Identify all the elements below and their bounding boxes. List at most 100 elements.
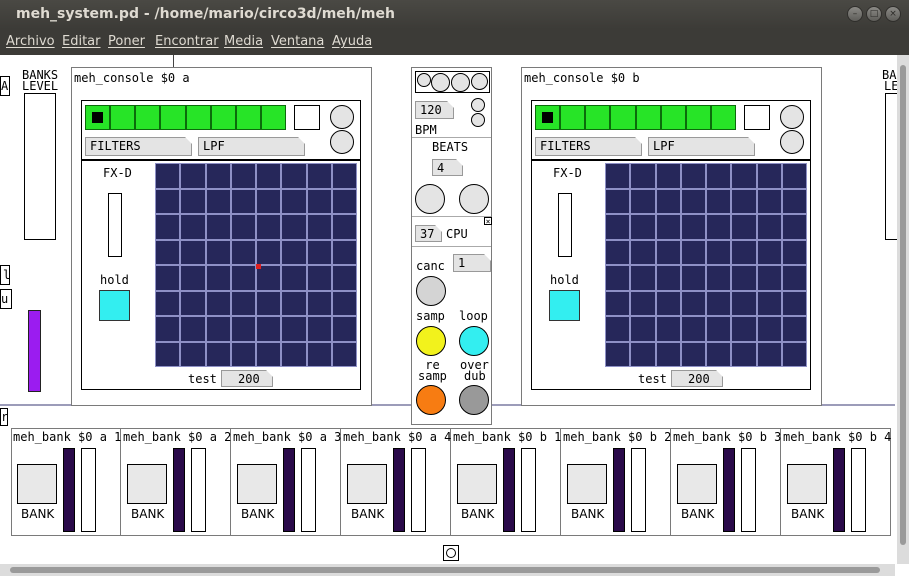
console-b-bang-1[interactable] <box>780 105 804 129</box>
bank-pad[interactable] <box>567 464 607 504</box>
bpm-bang-2[interactable] <box>471 113 485 127</box>
window-title: meh_system.pd - /home/mario/circo3d/meh/… <box>16 6 395 22</box>
bank-meter <box>393 448 405 532</box>
center-bang-3[interactable] <box>451 73 470 92</box>
menu-ayuda[interactable]: Ayuda <box>332 34 372 49</box>
beats-bang-2[interactable] <box>459 184 489 214</box>
bank-label: BANK <box>681 507 715 521</box>
menu-archivo[interactable]: Archivo <box>6 34 55 49</box>
bank-slider[interactable] <box>741 448 756 532</box>
partial-box-l[interactable]: l <box>0 265 10 285</box>
console-b-hold-toggle[interactable] <box>549 290 580 321</box>
center-bang-2[interactable] <box>431 73 450 92</box>
console-b-bang-2[interactable] <box>780 130 804 154</box>
center-divider-2 <box>412 216 491 217</box>
console-a-level-meter <box>85 105 286 130</box>
bank-meter <box>613 448 625 532</box>
canc-number[interactable]: 1 <box>453 254 491 272</box>
center-bang-1[interactable] <box>417 73 431 87</box>
bank-slider[interactable] <box>521 448 536 532</box>
bank-pad[interactable] <box>457 464 497 504</box>
canc-bang[interactable] <box>416 276 446 306</box>
bank-label: BANK <box>21 507 55 521</box>
bank-b1: meh_bank $0 b 1 BANK <box>451 428 561 536</box>
bank-b4: meh_bank $0 b 4 BANK <box>781 428 891 536</box>
bank-a2: meh_bank $0 a 2 BANK <box>121 428 231 536</box>
menu-media[interactable]: Media <box>224 34 263 49</box>
console-a-fxd-label: FX-D <box>103 166 132 180</box>
bank-slider[interactable] <box>81 448 96 532</box>
console-b: meh_console $0 b FILTERS LPF FX-D hold t… <box>521 67 822 406</box>
maximize-button[interactable]: □ <box>866 6 882 22</box>
bank-title: meh_bank $0 a 4 <box>343 430 452 444</box>
bank-pad[interactable] <box>237 464 277 504</box>
cpu-close-icon[interactable]: × <box>484 217 492 226</box>
bank-pad[interactable] <box>347 464 387 504</box>
menu-poner[interactable]: Poner <box>108 34 145 49</box>
bottom-bang-box[interactable] <box>443 545 459 561</box>
console-a-lpf[interactable]: LPF <box>198 137 305 156</box>
menu-bar: Archivo Editar Poner Encontrar Media Ven… <box>0 29 909 55</box>
console-a-title: meh_console $0 a <box>74 71 190 85</box>
horizontal-scroll-thumb[interactable] <box>10 567 880 573</box>
bank-slider[interactable] <box>191 448 206 532</box>
console-a-bang-2[interactable] <box>330 130 354 154</box>
console-b-toggle[interactable] <box>744 105 770 130</box>
resamp-bang[interactable] <box>416 385 446 415</box>
beats-number[interactable]: 4 <box>432 159 463 176</box>
cpu-number: 37 <box>415 225 442 242</box>
bank-slider[interactable] <box>631 448 646 532</box>
menu-encontrar[interactable]: Encontrar <box>155 34 219 49</box>
partial-box-r[interactable]: r <box>0 408 8 426</box>
console-b-lpf[interactable]: LPF <box>648 137 755 156</box>
samp-label: samp <box>416 309 445 323</box>
console-b-test-number[interactable]: 200 <box>671 370 723 387</box>
console-a-test-number[interactable]: 200 <box>221 370 273 387</box>
overdub-label: over dub <box>460 358 489 383</box>
bank-pad[interactable] <box>787 464 827 504</box>
center-bang-4[interactable] <box>471 73 488 90</box>
console-a-bang-1[interactable] <box>330 105 354 129</box>
bottom-bang[interactable] <box>446 548 456 558</box>
vertical-scrollbar[interactable] <box>897 55 909 564</box>
console-a-toggle[interactable] <box>294 105 320 130</box>
loop-bang[interactable] <box>459 326 489 356</box>
bank-label: BANK <box>791 507 825 521</box>
samp-bang[interactable] <box>416 326 446 356</box>
console-b-fxd-label: FX-D <box>553 166 582 180</box>
banks-level-slider[interactable] <box>24 93 56 240</box>
console-b-xy-pad[interactable] <box>605 163 807 367</box>
banks-level-label: BANKS LEVEL <box>22 68 59 93</box>
bank-pad[interactable] <box>127 464 167 504</box>
vertical-scroll-thumb[interactable] <box>900 65 906 545</box>
close-button[interactable]: × <box>885 6 901 22</box>
bpm-number[interactable]: 120 <box>415 101 454 119</box>
menu-editar[interactable]: Editar <box>62 34 101 49</box>
horizontal-scrollbar[interactable] <box>0 564 895 576</box>
cpu-label: CPU <box>446 227 468 241</box>
console-a: meh_console $0 a FILTERS LPF FX-D hold t… <box>71 67 372 406</box>
console-a-xy-cursor <box>256 264 261 269</box>
console-b-filters[interactable]: FILTERS <box>535 137 642 156</box>
partial-box-u[interactable]: u <box>0 289 12 309</box>
bank-slider[interactable] <box>301 448 316 532</box>
beats-bang-1[interactable] <box>415 184 445 214</box>
bank-pad[interactable] <box>677 464 717 504</box>
bank-meter <box>723 448 735 532</box>
bank-a3: meh_bank $0 a 3 BANK <box>231 428 341 536</box>
console-b-fxd-slider[interactable] <box>558 193 572 257</box>
console-a-hold-toggle[interactable] <box>99 290 130 321</box>
console-a-filters[interactable]: FILTERS <box>85 137 192 156</box>
bank-label: BANK <box>131 507 165 521</box>
bank-pad[interactable] <box>17 464 57 504</box>
partial-box-a[interactable]: A <box>0 76 10 96</box>
console-a-fxd-slider[interactable] <box>108 193 122 257</box>
menu-ventana[interactable]: Ventana <box>271 34 324 49</box>
bank-slider[interactable] <box>851 448 866 532</box>
overdub-bang[interactable] <box>459 385 489 415</box>
bank-slider[interactable] <box>411 448 426 532</box>
bank-title: meh_bank $0 b 1 <box>453 430 562 444</box>
minimize-button[interactable]: – <box>847 6 863 22</box>
bank-label: BANK <box>241 507 275 521</box>
bpm-bang-1[interactable] <box>471 98 485 112</box>
